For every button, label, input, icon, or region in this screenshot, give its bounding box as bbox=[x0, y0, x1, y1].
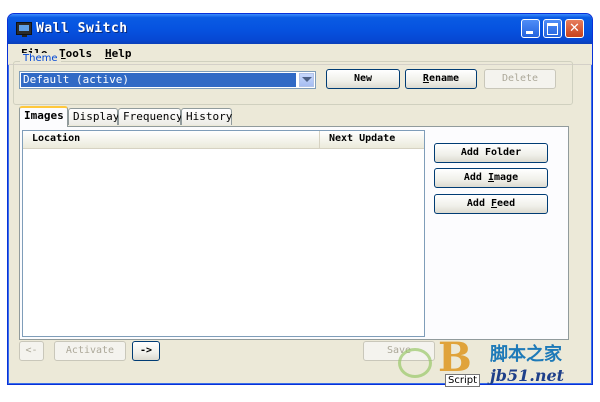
dropdown-button[interactable] bbox=[299, 73, 314, 87]
rename-theme-button[interactable]: Rename bbox=[405, 69, 477, 89]
theme-select[interactable]: Default (active) bbox=[19, 71, 316, 89]
tab-images[interactable]: Images bbox=[19, 106, 68, 127]
add-image-button[interactable]: Add Image bbox=[434, 168, 548, 188]
title-bar[interactable]: Wall Switch ✕ bbox=[8, 14, 592, 44]
list-header: Location Next Update bbox=[23, 131, 424, 149]
maximize-button[interactable] bbox=[543, 19, 562, 38]
image-list[interactable]: Location Next Update bbox=[22, 130, 425, 337]
theme-select-value: Default (active) bbox=[21, 73, 296, 87]
add-feed-button[interactable]: Add Feed bbox=[434, 194, 548, 214]
chevron-down-icon bbox=[302, 77, 312, 82]
menu-tools[interactable]: Tools bbox=[59, 47, 92, 60]
watermark-cn: 脚本之家 bbox=[490, 344, 562, 365]
watermark-url: jb51.net bbox=[490, 366, 565, 385]
tab-frequency[interactable]: Frequency bbox=[118, 108, 183, 125]
column-location[interactable]: Location bbox=[23, 131, 320, 148]
minimize-button[interactable] bbox=[521, 19, 540, 38]
add-folder-button[interactable]: Add Folder bbox=[434, 143, 548, 163]
delete-theme-button[interactable]: Delete bbox=[484, 69, 556, 89]
column-next-update[interactable]: Next Update bbox=[320, 131, 424, 148]
new-theme-button[interactable]: New bbox=[326, 69, 400, 89]
activate-button[interactable]: Activate bbox=[54, 341, 126, 361]
monitor-icon bbox=[16, 22, 32, 37]
close-icon: ✕ bbox=[569, 21, 580, 36]
previous-button[interactable]: <- bbox=[19, 341, 44, 361]
next-button[interactable]: -> bbox=[132, 341, 160, 361]
menu-help[interactable]: Help bbox=[105, 47, 132, 60]
leaf-icon bbox=[398, 348, 432, 378]
window-title: Wall Switch bbox=[36, 21, 128, 36]
watermark-b-glyph: B bbox=[438, 334, 472, 381]
close-button[interactable]: ✕ bbox=[565, 19, 584, 38]
tab-display[interactable]: Display bbox=[68, 108, 119, 125]
tab-history[interactable]: History bbox=[181, 108, 232, 125]
theme-group-label: Theme bbox=[20, 53, 61, 64]
watermark-logo: B Script 脚本之家 jb51.net bbox=[398, 334, 598, 394]
watermark-script: Script bbox=[445, 374, 481, 387]
